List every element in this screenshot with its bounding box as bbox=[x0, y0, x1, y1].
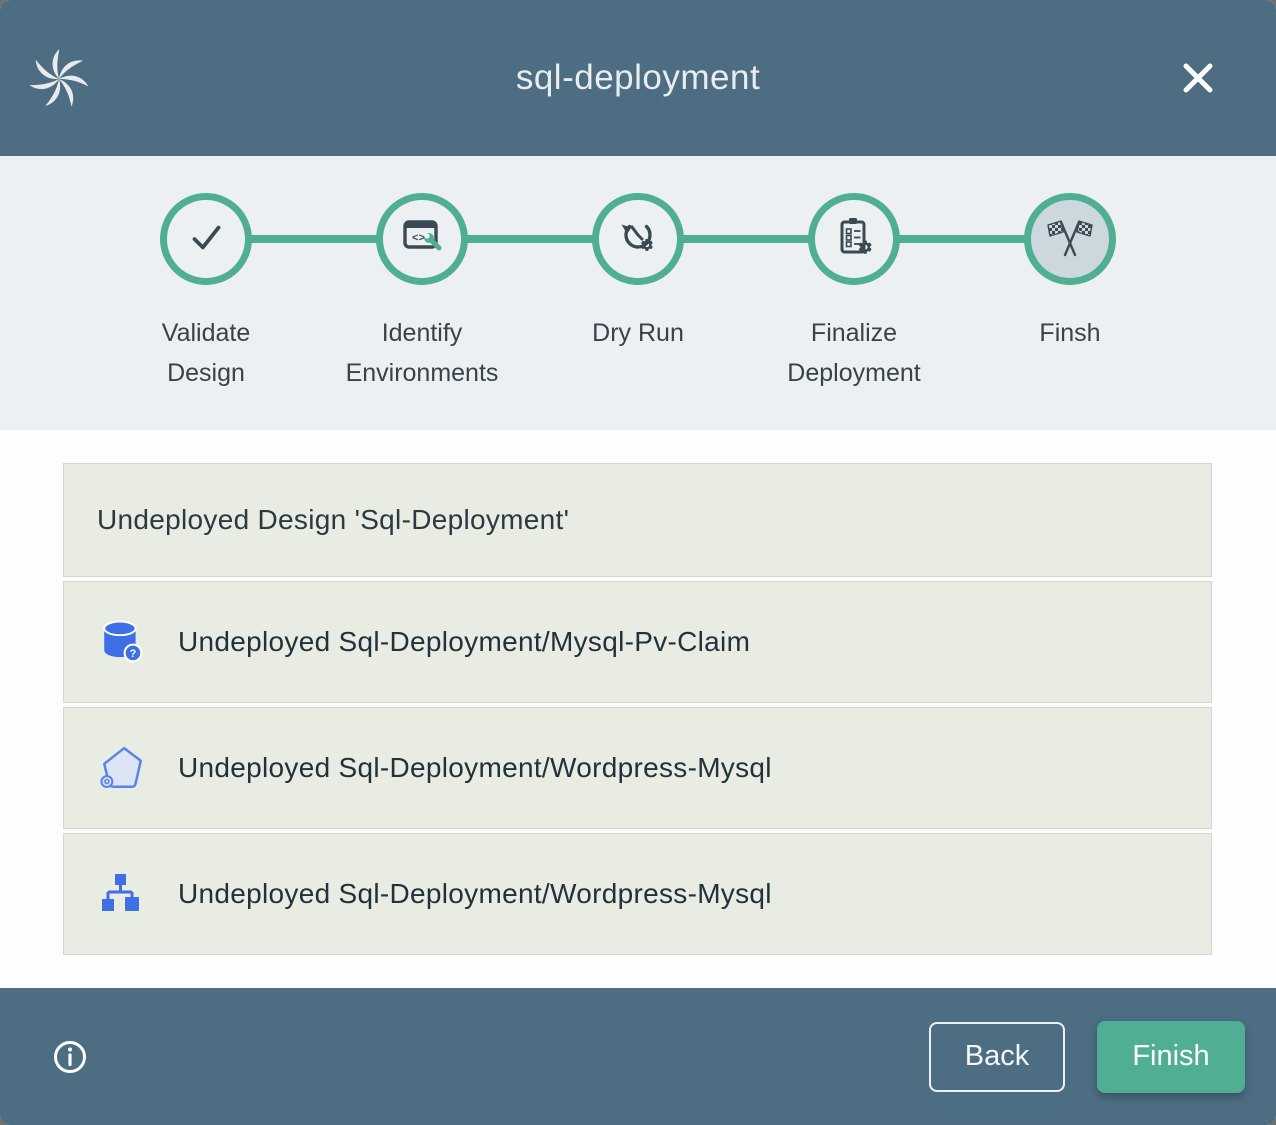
check-icon bbox=[183, 214, 229, 265]
svg-text:<>: <> bbox=[412, 233, 426, 245]
step-finalize-deployment: Finalize Deployment bbox=[746, 193, 962, 393]
wizard-content: Undeployed Design 'Sql-Deployment' ? Und… bbox=[0, 430, 1276, 988]
step-validate-design-circle[interactable] bbox=[160, 193, 252, 285]
tree-icon bbox=[97, 869, 147, 919]
deployment-wizard-dialog: sql-deployment Validate bbox=[0, 0, 1276, 1125]
checkered-flags-icon bbox=[1046, 213, 1094, 266]
info-icon[interactable] bbox=[52, 1039, 88, 1075]
status-text: Undeployed Sql-Deployment/Wordpress-Mysq… bbox=[178, 752, 772, 784]
database-icon: ? bbox=[97, 617, 147, 667]
back-button[interactable]: Back bbox=[929, 1022, 1065, 1092]
dry-run-gear-icon bbox=[614, 213, 662, 266]
status-row-wordpress-mysql-pod: Undeployed Sql-Deployment/Wordpress-Mysq… bbox=[63, 707, 1212, 829]
close-icon[interactable] bbox=[1174, 54, 1222, 102]
step-label: Dry Run bbox=[592, 313, 684, 353]
dialog-title: sql-deployment bbox=[516, 58, 760, 98]
status-text: Undeployed Design 'Sql-Deployment' bbox=[97, 504, 569, 536]
status-row-design: Undeployed Design 'Sql-Deployment' bbox=[63, 463, 1212, 577]
svg-text:?: ? bbox=[130, 648, 137, 660]
finish-button[interactable]: Finish bbox=[1097, 1021, 1245, 1093]
status-text: Undeployed Sql-Deployment/Mysql-Pv-Claim bbox=[178, 626, 750, 658]
step-label: Finalize Deployment bbox=[787, 313, 920, 393]
step-dry-run: Dry Run bbox=[530, 193, 746, 393]
step-finish: Finsh bbox=[962, 193, 1178, 393]
step-label: Validate Design bbox=[162, 313, 251, 393]
step-finalize-deployment-circle[interactable] bbox=[808, 193, 900, 285]
code-window-wrench-icon: <> bbox=[398, 213, 446, 266]
status-row-pv-claim: ? Undeployed Sql-Deployment/Mysql-Pv-Cla… bbox=[63, 581, 1212, 703]
wizard-stepper: Validate Design <> bbox=[0, 156, 1276, 430]
step-dry-run-circle[interactable] bbox=[592, 193, 684, 285]
status-text: Undeployed Sql-Deployment/Wordpress-Mysq… bbox=[178, 878, 772, 910]
step-identify-environments: <> Identify Environments bbox=[314, 193, 530, 393]
step-validate-design: Validate Design bbox=[98, 193, 314, 393]
dialog-footer: Back Finish bbox=[0, 988, 1276, 1125]
step-label: Identify Environments bbox=[346, 313, 499, 393]
dialog-header: sql-deployment bbox=[0, 0, 1276, 156]
step-label: Finsh bbox=[1039, 313, 1100, 353]
step-finish-circle[interactable] bbox=[1024, 193, 1116, 285]
pinwheel-logo-icon bbox=[30, 50, 88, 108]
status-row-wordpress-mysql-tree: Undeployed Sql-Deployment/Wordpress-Mysq… bbox=[63, 833, 1212, 955]
step-identify-environments-circle[interactable]: <> bbox=[376, 193, 468, 285]
clipboard-gear-icon bbox=[830, 213, 878, 266]
status-panel: Undeployed Design 'Sql-Deployment' ? Und… bbox=[63, 463, 1212, 955]
pod-icon bbox=[97, 743, 147, 793]
